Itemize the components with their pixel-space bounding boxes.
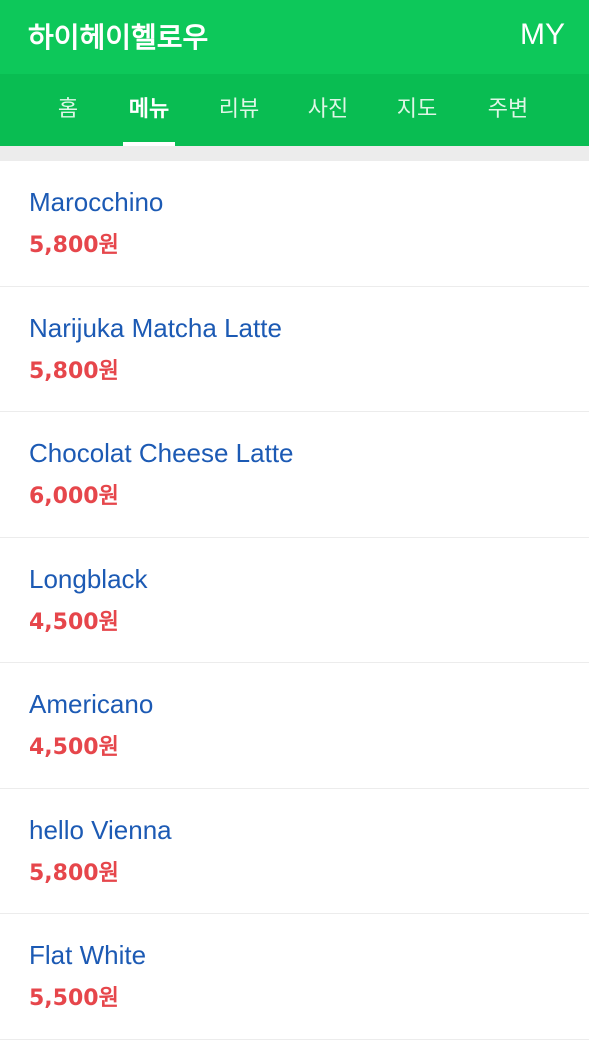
tab-menu[interactable]: 메뉴: [119, 74, 179, 146]
tab-label: 주변: [487, 97, 529, 122]
tab-reviews[interactable]: 리뷰: [209, 74, 269, 146]
tab-map[interactable]: 지도: [387, 74, 447, 146]
menu-item-name: Flat White: [29, 940, 147, 970]
menu-item[interactable]: Americano 4,500원: [0, 663, 589, 789]
menu-item[interactable]: hello Vienna 5,800원: [0, 789, 589, 914]
menu-item-price: 4,500원: [29, 735, 119, 760]
app-header: 하이헤이헬로우 MY: [0, 0, 589, 74]
menu-item-price: 5,800원: [29, 358, 119, 384]
tab-bar: 홈 메뉴 리뷰 사진 지도 주변: [0, 74, 589, 146]
menu-item[interactable]: Flat White 5,500원: [0, 914, 589, 1040]
menu-item-name: Narijuka Matcha Latte: [29, 312, 282, 343]
menu-item-price: 6,000원: [29, 484, 119, 509]
tab-nearby[interactable]: 주변: [478, 74, 538, 146]
tab-label: 사진: [307, 97, 349, 122]
tab-label: 리뷰: [218, 97, 260, 122]
menu-item-price: 5,800원: [29, 233, 119, 258]
menu-item-name: Chocolat Cheese Latte: [29, 438, 294, 468]
menu-item[interactable]: Chocolat Cheese Latte 6,000원: [0, 412, 589, 538]
menu-item[interactable]: Narijuka Matcha Latte 5,800원: [0, 287, 589, 412]
my-button[interactable]: MY: [520, 18, 565, 52]
menu-item-price: 5,800원: [29, 860, 119, 886]
menu-list: Marocchino 5,800원 Narijuka Matcha Latte …: [0, 161, 589, 1040]
menu-item-name: Americano: [29, 689, 154, 719]
menu-item-price: 5,500원: [29, 986, 119, 1011]
tab-label: 홈: [57, 97, 79, 122]
menu-item-name: hello Vienna: [29, 814, 172, 845]
menu-item[interactable]: Marocchino 5,800원: [0, 161, 589, 287]
tab-home[interactable]: 홈: [38, 74, 98, 146]
tab-label: 메뉴: [128, 97, 170, 122]
page-title: 하이헤이헬로우: [28, 21, 209, 54]
tab-label: 지도: [396, 97, 438, 122]
tab-photos[interactable]: 사진: [298, 74, 358, 146]
menu-item[interactable]: Longblack 4,500원: [0, 538, 589, 663]
section-divider: [0, 146, 589, 161]
menu-item-name: Longblack: [29, 563, 148, 594]
menu-item-price: 4,500원: [29, 609, 119, 635]
menu-item-name: Marocchino: [29, 187, 164, 217]
